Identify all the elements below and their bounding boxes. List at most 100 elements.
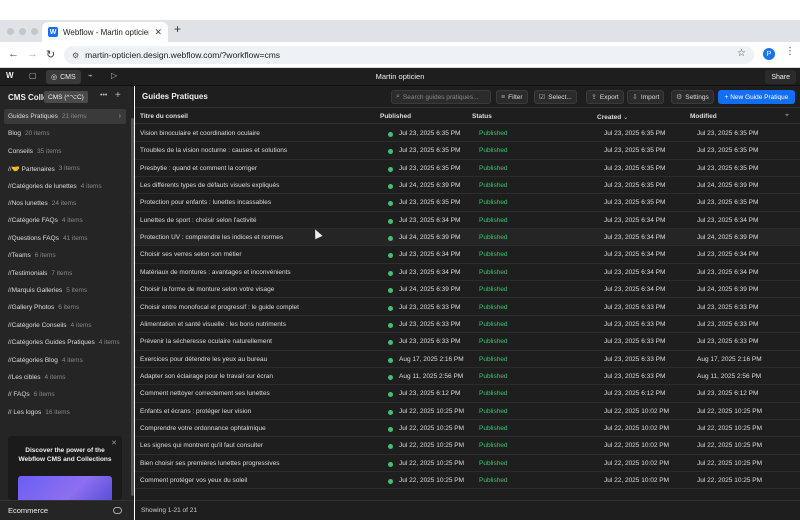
screen: W Webflow - Martin opticien ✕ + ← → ↻ ⚙ … bbox=[0, 0, 800, 520]
maximize-window-button[interactable] bbox=[31, 28, 38, 35]
select-button[interactable]: ☑ Select... bbox=[534, 90, 577, 104]
sidebar-item[interactable]: //Catégories Guides Pratiques 4 items bbox=[4, 335, 126, 350]
reload-icon[interactable]: ↻ bbox=[46, 48, 55, 61]
table-row[interactable]: Choisir ses verres selon son métier Jul 2… bbox=[135, 246, 800, 264]
table-row[interactable]: Presbytie : quand et comment la corriger… bbox=[135, 160, 800, 178]
column-modified[interactable]: Modified bbox=[690, 113, 717, 120]
table-row[interactable]: Comment nettoyer correctement ses lunett… bbox=[135, 385, 800, 403]
sidebar-item[interactable]: Guides Pratiques 21 items › bbox=[4, 109, 126, 124]
new-guide-button[interactable]: + New Guide Pratique bbox=[718, 90, 795, 104]
import-button[interactable]: ⇩ Import bbox=[627, 90, 665, 104]
column-title[interactable]: Titre du conseil bbox=[140, 113, 188, 120]
published-status-dot bbox=[388, 340, 393, 346]
site-name: Martin opticien bbox=[375, 72, 425, 81]
table-row[interactable]: Choisir la forme de monture selon votre … bbox=[135, 281, 800, 299]
sidebar-item[interactable]: //Catégorie Conseils 4 items bbox=[4, 318, 126, 333]
table-row[interactable]: Matériaux de montures : avantages et inc… bbox=[135, 264, 800, 282]
cell-published: Jul 24, 2025 6:39 PM bbox=[399, 286, 461, 294]
cell-created: Jul 23, 2025 6:33 PM bbox=[604, 320, 666, 328]
table-row[interactable]: Troubles de la vision nocturne : causes … bbox=[135, 142, 800, 160]
sidebar-item[interactable]: // FAQs 6 items bbox=[4, 387, 126, 402]
sidebar-item[interactable]: //Testimonials 7 items bbox=[4, 266, 126, 281]
site-info-icon[interactable]: ⚙ bbox=[72, 51, 79, 60]
sidebar-item[interactable]: //Questions FAQs 41 items bbox=[4, 231, 126, 246]
cell-created: Jul 22, 2025 10:02 PM bbox=[604, 407, 670, 415]
search-input[interactable]: ⌕ Search guides pratiques... bbox=[391, 90, 491, 104]
add-collection-icon[interactable]: + bbox=[115, 90, 121, 101]
cell-status: Published bbox=[479, 216, 508, 224]
published-status-dot bbox=[388, 444, 393, 450]
sidebar-item-label: Blog bbox=[8, 130, 22, 138]
sidebar-item[interactable]: //Marquis Galleries 5 items bbox=[4, 283, 126, 298]
column-published[interactable]: Published bbox=[380, 113, 411, 120]
cell-published: Jul 23, 2025 6:35 PM bbox=[399, 130, 461, 137]
sidebar-item[interactable]: //Les cibles 4 items bbox=[4, 370, 126, 385]
more-options-icon[interactable]: ••• bbox=[100, 92, 107, 99]
table-row[interactable]: Choisir entre monofocal et progressif : … bbox=[135, 299, 800, 316]
published-status-dot bbox=[388, 374, 393, 380]
back-icon[interactable]: ← bbox=[8, 48, 19, 60]
cell-status: Published bbox=[479, 320, 508, 328]
sidebar-item[interactable]: // Les logos 16 items bbox=[4, 405, 126, 420]
cell-title: Les différents types de défauts visuels … bbox=[140, 182, 280, 190]
column-status[interactable]: Status bbox=[472, 113, 492, 120]
profile-avatar[interactable]: P bbox=[763, 48, 775, 60]
sidebar-item[interactable]: Blog 20 items bbox=[4, 126, 126, 141]
browser-menu-icon[interactable]: ⋮ bbox=[785, 46, 795, 57]
pin-icon[interactable]: ⌖ bbox=[785, 112, 789, 120]
ecommerce-section[interactable]: Ecommerce bbox=[0, 500, 134, 520]
close-tab-icon[interactable]: ✕ bbox=[154, 27, 162, 38]
minimize-window-button[interactable] bbox=[19, 28, 26, 35]
cell-status: Published bbox=[479, 390, 508, 398]
table-row[interactable]: Protection UV : comprendre les indices e… bbox=[135, 229, 800, 247]
table-row[interactable]: Exercices pour détendre les yeux au bure… bbox=[135, 351, 800, 368]
table-row[interactable]: Lunettes de sport : choisir selon l'acti… bbox=[135, 212, 800, 230]
sidebar-item[interactable]: //Nos lunettes 24 items bbox=[4, 196, 126, 211]
cell-modified: Jul 22, 2025 10:25 PM bbox=[697, 442, 763, 450]
table-row[interactable]: Adapter son éclairage pour le travail su… bbox=[135, 368, 800, 386]
cell-status: Published bbox=[479, 251, 508, 259]
table-row[interactable]: Les signes qui montrent qu'il faut consu… bbox=[135, 437, 800, 455]
sidebar-item[interactable]: //Catégories Blog 4 items bbox=[4, 353, 126, 368]
cell-title: Presbytie : quand et comment la corriger bbox=[140, 164, 258, 172]
sidebar-item-label: //Gallery Photos bbox=[8, 304, 55, 312]
sidebar-item[interactable]: //Teams 6 items bbox=[4, 248, 126, 263]
export-button[interactable]: ⇪ Export bbox=[586, 90, 624, 104]
settings-button[interactable]: ⚙ Settings bbox=[671, 90, 714, 104]
sidebar-scrollbar[interactable] bbox=[131, 118, 134, 496]
sidebar-item-count: 21 items bbox=[61, 113, 87, 120]
sidebar-item[interactable]: //Gallery Photos 6 items bbox=[4, 300, 126, 315]
filter-button[interactable]: ≡ Filter bbox=[496, 90, 528, 104]
sidebar-item[interactable]: Conseils 35 items bbox=[4, 144, 126, 159]
table-row[interactable]: Comprendre votre ordonnance ophtalmique J… bbox=[135, 420, 800, 438]
table-row[interactable]: Alimentation et santé visuelle : les bon… bbox=[135, 316, 800, 334]
new-tab-button[interactable]: + bbox=[174, 22, 181, 36]
ecommerce-toggle-icon[interactable] bbox=[113, 507, 122, 514]
table-row[interactable]: Comment protéger vos yeux du soleil Jul 2… bbox=[135, 472, 800, 490]
cell-published: Jul 23, 2025 6:35 PM bbox=[399, 164, 461, 172]
sidebar-title: CMS Colle bbox=[8, 92, 48, 102]
cell-modified: Aug 17, 2025 2:16 PM bbox=[697, 355, 762, 363]
sidebar-item[interactable]: //Catégorie FAQs 4 items bbox=[4, 213, 126, 228]
browser-tab[interactable]: W Webflow - Martin opticien ✕ bbox=[42, 22, 168, 42]
close-window-button[interactable] bbox=[7, 28, 14, 35]
sidebar-item-label: //Catégorie FAQs bbox=[8, 217, 58, 225]
forward-icon[interactable]: → bbox=[27, 48, 38, 60]
bookmark-star-icon[interactable]: ☆ bbox=[737, 48, 746, 59]
published-status-dot bbox=[388, 132, 393, 137]
table-row[interactable]: Bien choisir ses premières lunettes prog… bbox=[135, 455, 800, 472]
table-row[interactable]: Protection pour enfants : lunettes incas… bbox=[135, 194, 800, 212]
cell-published: Jul 22, 2025 10:25 PM bbox=[399, 477, 465, 484]
share-button[interactable]: Share bbox=[765, 70, 796, 84]
sidebar-item[interactable]: //Catégories de lunettes 4 items bbox=[4, 179, 126, 194]
table-row[interactable]: Les différents types de défauts visuels … bbox=[135, 177, 800, 195]
promo-text: Discover the power of the Webflow CMS an… bbox=[18, 447, 112, 463]
table-row[interactable]: Enfants et écrans : protéger leur vision… bbox=[135, 403, 800, 420]
table-row[interactable]: Vision binoculaire et coordination ocula… bbox=[135, 125, 800, 143]
sidebar-header: CMS Colle CMS (^⌥C) ••• + bbox=[0, 86, 134, 108]
column-created[interactable]: Created ⌄ bbox=[597, 113, 628, 121]
url-field[interactable]: ⚙ martin-opticien.design.webflow.com/?wo… bbox=[64, 46, 754, 64]
sidebar-item[interactable]: //🤝 Partenaires 3 items bbox=[4, 161, 126, 176]
table-row[interactable]: Prévenir la sécheresse oculaire naturell… bbox=[135, 333, 800, 351]
sidebar-item-count: 24 items bbox=[51, 200, 77, 207]
